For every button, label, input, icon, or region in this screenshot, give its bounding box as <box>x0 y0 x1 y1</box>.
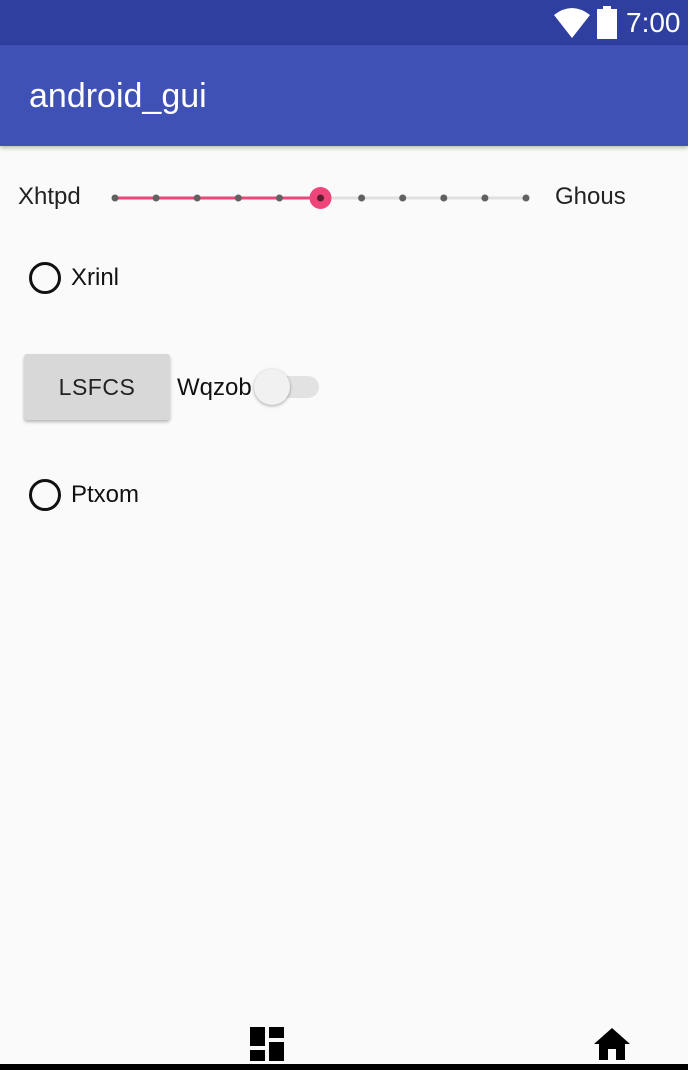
switch-label: Wqzob <box>177 374 252 401</box>
seekbar-tick <box>111 194 119 202</box>
radio-ptxom[interactable]: Ptxom <box>29 479 139 511</box>
app-title: android_gui <box>29 77 207 115</box>
radio-circle-icon[interactable] <box>29 479 61 511</box>
wifi-icon <box>554 8 590 38</box>
dashboard-icon[interactable] <box>250 1027 284 1061</box>
seekbar-tick <box>358 194 366 202</box>
radio-label: Ptxom <box>71 481 140 508</box>
seekbar-tick <box>481 194 489 202</box>
seekbar-thumb-tick <box>317 194 324 202</box>
radio-xrinl[interactable]: Xrinl <box>29 262 119 294</box>
switch-thumb[interactable] <box>254 369 290 405</box>
home-icon[interactable] <box>593 1027 631 1061</box>
seekbar-tick <box>152 194 160 202</box>
seekbar-left-label: Xhtpd <box>18 183 81 210</box>
lsfcs-button[interactable]: LSFCS <box>24 354 170 420</box>
seekbar-tick <box>522 194 530 202</box>
seekbar-right-label: Ghous <box>555 183 626 210</box>
seekbar-tick <box>275 194 283 202</box>
bottom-bar <box>0 1064 688 1070</box>
radio-circle-icon[interactable] <box>29 262 61 294</box>
seekbar-tick <box>193 194 201 202</box>
battery-icon <box>597 6 617 39</box>
status-bar: 7:00 <box>0 0 688 45</box>
seekbar-tick <box>234 194 242 202</box>
radio-label: Xrinl <box>71 264 120 291</box>
seekbar-tick <box>440 194 448 202</box>
discrete-seekbar[interactable] <box>100 178 540 218</box>
app-bar: android_gui <box>0 45 688 146</box>
seekbar-tick <box>399 194 407 202</box>
screen: 7:00 android_gui Xhtpd Ghous Xrinl LSFCS… <box>0 0 688 1070</box>
status-time: 7:00 <box>626 7 681 38</box>
